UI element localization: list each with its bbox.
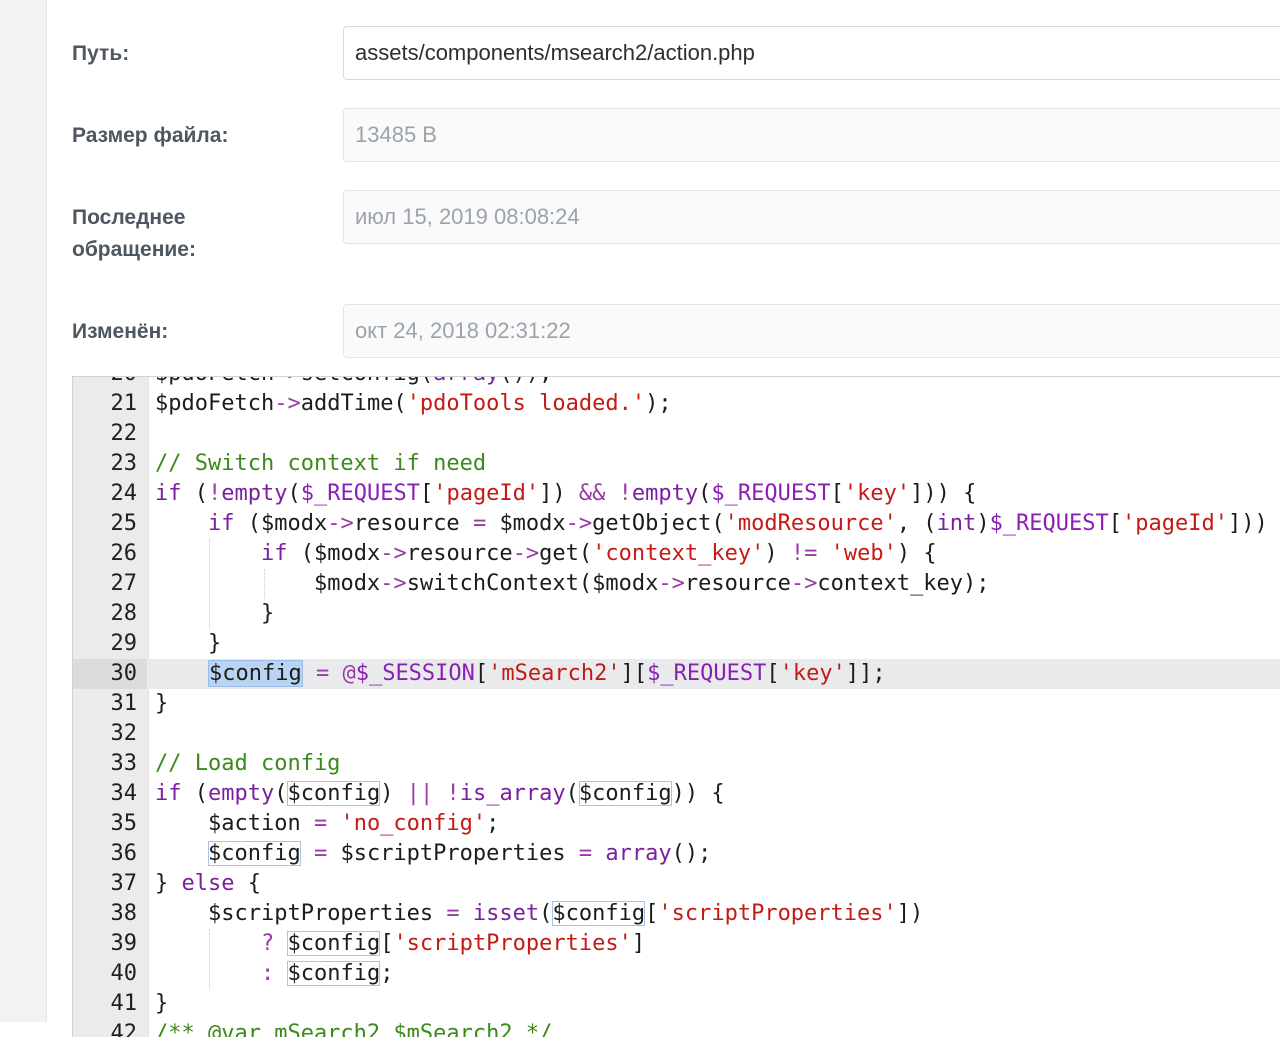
code-text[interactable]: if ($modx->resource->get('context_key') … [155, 539, 937, 569]
line-number: 31 [110, 691, 138, 716]
last-accessed-label-line2: обращение: [72, 238, 196, 261]
code-line[interactable]: 28 } [73, 599, 1280, 629]
last-accessed-label: Последнее обращение: [72, 202, 322, 266]
code-line[interactable]: 32 [73, 719, 1280, 749]
indent-guide [264, 569, 265, 599]
line-number: 21 [110, 391, 138, 416]
modified-field: окт 24, 2018 02:31:22 [343, 304, 1280, 358]
left-panel-edge [0, 0, 47, 1022]
code-line[interactable]: 40 : $config; [73, 959, 1280, 989]
indent-guide [209, 929, 210, 989]
line-number: 26 [110, 541, 138, 566]
line-number: 38 [110, 901, 138, 926]
code-text[interactable]: } [155, 629, 221, 659]
code-line[interactable]: 39 ? $config['scriptProperties'] [73, 929, 1280, 959]
line-number: 29 [110, 631, 138, 656]
code-text[interactable]: $scriptProperties = isset($config['scrip… [155, 899, 923, 929]
path-field[interactable]: assets/components/msearch2/action.php [343, 26, 1280, 80]
path-label: Путь: [72, 42, 130, 65]
line-number: 24 [110, 481, 138, 506]
line-number: 33 [110, 751, 138, 776]
line-number: 30 [73, 659, 147, 689]
code-line[interactable]: 35 $action = 'no_config'; [73, 809, 1280, 839]
last-accessed-label-line1: Последнее [72, 206, 186, 229]
line-number: 34 [110, 781, 138, 806]
code-text[interactable]: $config = $scriptProperties = array(); [155, 839, 711, 869]
line-number: 22 [110, 421, 138, 446]
line-number: 32 [110, 721, 138, 746]
code-line[interactable]: 30 $config = @$_SESSION['mSearch2'][$_RE… [73, 659, 1280, 689]
code-text[interactable]: } [155, 989, 168, 1019]
line-number: 23 [110, 451, 138, 476]
code-text[interactable]: if (empty($config) || !is_array($config)… [155, 779, 725, 809]
code-line[interactable]: 24 if (!empty($_REQUEST['pageId']) && !em… [73, 479, 1280, 509]
code-line[interactable]: 22 [73, 419, 1280, 449]
line-number: 27 [110, 571, 138, 596]
code-line[interactable]: 23 // Switch context if need [73, 449, 1280, 479]
code-text[interactable]: // Load config [155, 749, 340, 779]
line-number: 28 [110, 601, 138, 626]
line-number: 35 [110, 811, 138, 836]
line-number: 39 [110, 931, 138, 956]
last-accessed-field: июл 15, 2019 08:08:24 [343, 190, 1280, 244]
line-number: 37 [110, 871, 138, 896]
code-line[interactable]: 31} [73, 689, 1280, 719]
code-line[interactable]: 37 } else { [73, 869, 1280, 899]
code-text[interactable]: $pdoFetch->addTime('pdoTools loaded.'); [155, 389, 672, 419]
code-editor[interactable]: 20 $pdoFetch->setConfig(array()); 21 $pdoFe… [72, 376, 1280, 1037]
code-line[interactable]: 33 // Load config [73, 749, 1280, 779]
code-text[interactable]: $config = @$_SESSION['mSearch2'][$_REQUE… [155, 659, 886, 689]
code-text[interactable]: ? $config['scriptProperties'] [155, 929, 645, 959]
code-text[interactable]: // Switch context if need [155, 449, 486, 479]
code-line[interactable]: 36 $config = $scriptProperties = array()… [73, 839, 1280, 869]
file-size-label: Размер файла: [72, 124, 229, 147]
indent-guide [209, 539, 210, 629]
code-line[interactable]: 41} [73, 989, 1280, 1019]
code-line[interactable]: 26 if ($modx->resource->get('context_key… [73, 539, 1280, 569]
code-text[interactable]: } else { [155, 869, 261, 899]
code-text[interactable]: : $config; [155, 959, 393, 989]
code-text[interactable]: $modx->switchContext($modx->resource->co… [155, 569, 990, 599]
code-text[interactable]: if ($modx->resource = $modx->getObject('… [155, 509, 1280, 539]
line-number: 20 [73, 377, 147, 389]
code-line[interactable]: 25 if ($modx->resource = $modx->getObjec… [73, 509, 1280, 539]
code-line[interactable]: 29 } [73, 629, 1280, 659]
file-size-field: 13485 B [343, 108, 1280, 162]
code-text[interactable]: $action = 'no_config'; [155, 809, 499, 839]
code-text[interactable]: $pdoFetch->setConfig(array()); [155, 377, 552, 389]
line-number: 36 [110, 841, 138, 866]
code-text[interactable]: } [155, 689, 168, 719]
code-line[interactable]: 27 $modx->switchContext($modx->resource-… [73, 569, 1280, 599]
line-number: 40 [110, 961, 138, 986]
line-number: 41 [110, 991, 138, 1016]
code-line[interactable]: 21 $pdoFetch->addTime('pdoTools loaded.')… [73, 389, 1280, 419]
code-text[interactable]: if (!empty($_REQUEST['pageId']) && !empt… [155, 479, 976, 509]
modified-label: Изменён: [72, 320, 169, 343]
code-line-partial-top[interactable]: 20 $pdoFetch->setConfig(array()); [73, 377, 1280, 389]
code-text[interactable]: } [155, 599, 274, 629]
code-line[interactable]: 34 if (empty($config) || !is_array($confi… [73, 779, 1280, 809]
line-number: 25 [110, 511, 138, 536]
code-line[interactable]: 38 $scriptProperties = isset($config['sc… [73, 899, 1280, 929]
